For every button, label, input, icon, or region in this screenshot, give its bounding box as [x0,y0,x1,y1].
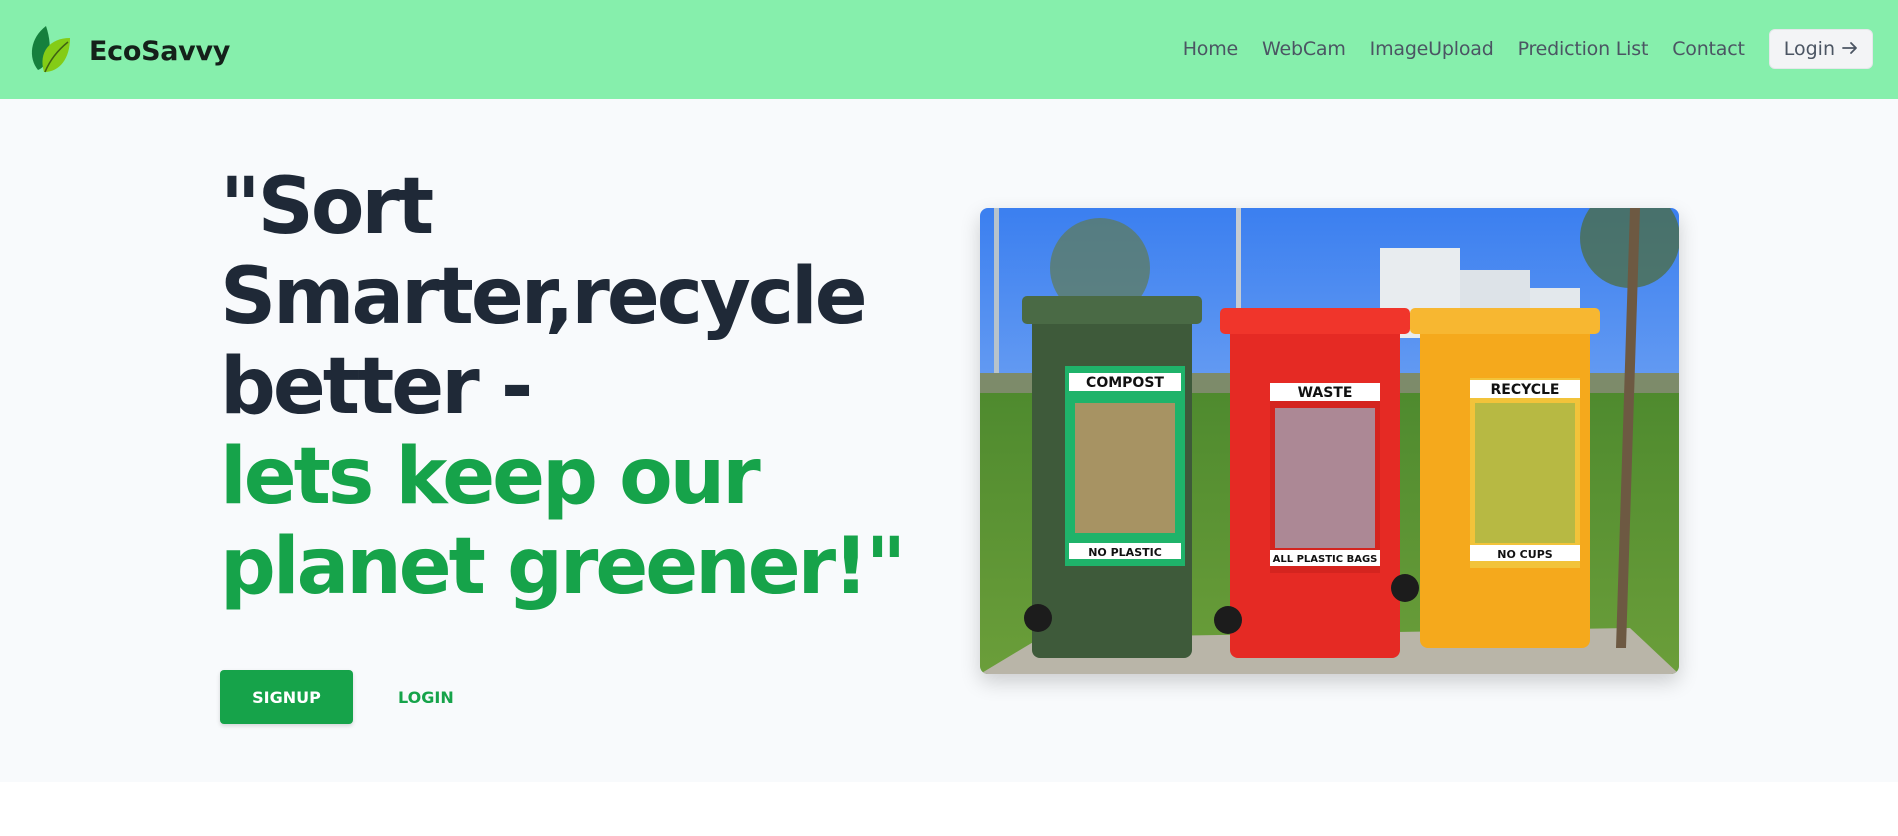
bin-label-waste: WASTE [1298,385,1353,401]
nav-webcam-link[interactable]: WebCam [1262,38,1346,60]
headline-line-5: planet greener!" [220,522,906,612]
headline-line-2: Smarter,recycle [220,252,868,342]
nav-contact-link[interactable]: Contact [1672,38,1745,60]
hero-cta: SIGNUP LOGIN [220,670,454,724]
navbar: EcoSavvy Home WebCam ImageUpload Predict… [0,0,1898,99]
arrow-right-icon [1842,39,1858,60]
bin-bottom-label-waste: ALL PLASTIC BAGS [1273,554,1378,565]
nav-imageupload-link[interactable]: ImageUpload [1370,38,1494,60]
nav-login-button[interactable]: Login [1768,29,1873,69]
nav-home-link[interactable]: Home [1183,38,1239,60]
brand-name: EcoSavvy [89,35,231,67]
headline-line-3: better - [220,342,533,432]
bin-bottom-label-recycle: NO CUPS [1497,548,1552,561]
bin-bottom-label-compost: NO PLASTIC [1088,546,1162,559]
headline-line-4: lets keep our [220,432,761,522]
headline-line-1: "Sort [220,162,434,252]
nav-links: Home WebCam ImageUpload Prediction List … [1183,29,1873,69]
hero-headline: "Sort Smarter,recycle better - lets keep… [220,162,920,612]
nav-login-label: Login [1783,38,1835,60]
nav-prediction-list-link[interactable]: Prediction List [1518,38,1649,60]
leaf-icon [26,24,72,78]
brand-logo-link[interactable]: EcoSavvy [26,24,230,78]
bin-label-recycle: RECYCLE [1490,382,1559,398]
bin-label-compost: COMPOST [1086,375,1164,391]
login-link[interactable]: LOGIN [398,688,454,707]
signup-button[interactable]: SIGNUP [220,670,353,724]
recycling-bins-image: COMPOST NO PLASTIC WASTE ALL PLASTIC BAG… [980,208,1679,674]
